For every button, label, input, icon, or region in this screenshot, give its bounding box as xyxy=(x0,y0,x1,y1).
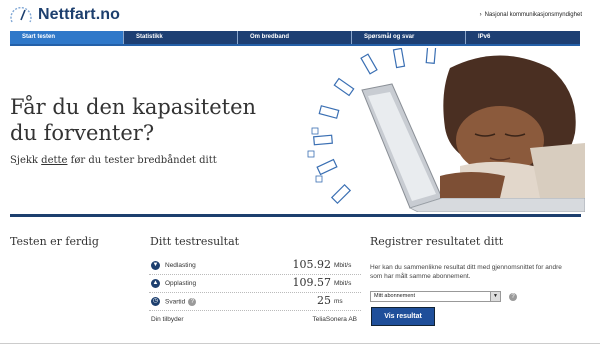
upload-value: 109.57 xyxy=(292,276,332,289)
main-nav: Start testen Statistikk Om bredband Spør… xyxy=(10,31,580,46)
provider-row: Din tilbyder TeliaSonera AB xyxy=(149,311,361,328)
speedometer-logo-icon xyxy=(10,6,32,23)
tab-sporsmal-og-svar[interactable]: Spørsmål og svar xyxy=(352,31,466,44)
help-icon[interactable]: ? xyxy=(188,298,197,306)
hero-subtitle: Sjekk dette før du tester bredbåndet dit… xyxy=(10,155,217,166)
hero-banner: Får du den kapasiteten du forventer? Sje… xyxy=(0,48,600,212)
sleeping-child-laptop-image xyxy=(307,48,585,212)
latency-row: ◷ Svartid? 25 ms xyxy=(149,293,361,311)
download-arrow-icon: ▼ xyxy=(151,261,160,270)
download-unit: Mbit/s xyxy=(334,262,352,269)
show-result-button[interactable]: Vis resultat xyxy=(371,307,435,326)
results-title: Ditt testresultat xyxy=(150,235,240,248)
hero-sub-before: Sjekk xyxy=(10,155,42,166)
hero-title-line1: Får du den kapasiteten xyxy=(10,95,257,119)
hero-title: Får du den kapasiteten du forventer? xyxy=(10,94,290,146)
subscription-select-value: Mitt abonnement xyxy=(374,293,415,299)
provider-label: Din tilbyder xyxy=(151,316,184,323)
chevron-down-icon[interactable]: ▼ xyxy=(490,292,500,301)
help-icon[interactable]: ? xyxy=(509,292,517,301)
logo-text: Nettfart.no xyxy=(38,6,120,23)
hero-sub-after: før du tester bredbåndet ditt xyxy=(67,155,217,166)
provider-value: TeliaSonera AB xyxy=(312,316,357,323)
tab-om-bredband[interactable]: Om bredband xyxy=(238,31,352,44)
upload-unit: Mbit/s xyxy=(334,280,352,287)
subscription-select-wrap: Mitt abonnement ▼ ? xyxy=(370,291,517,302)
register-description: Her kan du sammenlikne resultat ditt med… xyxy=(370,264,562,280)
latency-value: 25 xyxy=(317,294,331,307)
tab-statistikk[interactable]: Statistikk xyxy=(124,31,238,44)
tab-ipv6[interactable]: IPv6 xyxy=(466,31,580,44)
latency-unit: ms xyxy=(334,298,343,305)
section-divider xyxy=(10,214,581,217)
upload-arrow-icon: ▲ xyxy=(151,279,160,288)
download-row: ▼ Nedlasting 105.92 Mbit/s xyxy=(149,257,361,275)
clock-icon: ◷ xyxy=(151,297,160,306)
hero-sub-link[interactable]: dette xyxy=(41,155,67,166)
site-header: Nettfart.no › Nasjonal kommunikasjonsmynd… xyxy=(0,0,600,30)
subscription-select[interactable]: Mitt abonnement ▼ xyxy=(370,291,501,302)
hero-title-line2: du forventer? xyxy=(10,121,155,145)
upload-row: ▲ Opplasting 109.57 Mbit/s xyxy=(149,275,361,293)
footer-divider xyxy=(0,343,600,344)
upload-label: Opplasting xyxy=(165,280,197,287)
agency-label: Nasjonal kommunikasjonsmyndighet xyxy=(484,12,582,18)
tab-start-testen[interactable]: Start testen xyxy=(10,31,124,44)
download-label: Nedlasting xyxy=(165,262,196,269)
test-status-title: Testen er ferdig xyxy=(10,235,99,248)
latency-label: Svartid xyxy=(165,298,186,306)
results-table: ▼ Nedlasting 105.92 Mbit/s ▲ Opplasting … xyxy=(149,257,361,328)
agency-link[interactable]: › Nasjonal kommunikasjonsmyndighet xyxy=(480,12,582,18)
download-value: 105.92 xyxy=(292,258,332,271)
latency-label-wrap: Svartid? xyxy=(165,298,197,306)
logo[interactable]: Nettfart.no xyxy=(8,4,120,26)
register-title: Registrer resultatet ditt xyxy=(370,235,504,248)
arrow-right-icon: › xyxy=(479,12,482,18)
